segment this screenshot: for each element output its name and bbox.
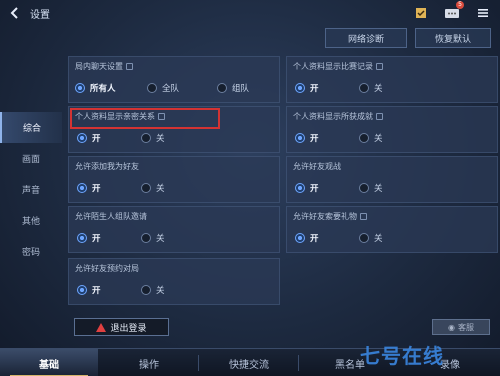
setting-stranger-invite: 允许陌生人组队邀请 开 关 [68,206,280,253]
option-everyone[interactable]: 所有人 [75,82,116,94]
headset-icon: ◉ [448,322,455,332]
mail-badge: 5 [456,1,464,9]
sidebar: 综合 画面 声音 其他 密码 [0,112,62,267]
watermark: 七号在线 [360,344,444,368]
setting-title: 个人资料显示所获成就 [293,111,383,122]
option-off[interactable]: 关 [359,182,383,194]
tab-basic[interactable]: 基础 [0,349,98,376]
mail-icon[interactable]: 5 [443,1,464,22]
radio-selected-icon[interactable] [77,285,87,295]
option-off[interactable]: 关 [141,284,165,296]
radio-selected-icon[interactable] [75,83,85,93]
sidebar-item-display[interactable]: 画面 [0,143,62,174]
radio-icon[interactable] [359,233,369,243]
setting-title: 允许陌生人组队邀请 [75,212,147,221]
logout-button[interactable]: 退出登录 [74,318,169,336]
radio-icon[interactable] [147,83,157,93]
page-title: 设置 [30,10,50,21]
sidebar-item-other[interactable]: 其他 [0,205,62,236]
option-on[interactable]: 开 [77,132,101,144]
option-off[interactable]: 关 [141,232,165,244]
radio-icon[interactable] [141,285,151,295]
option-on[interactable]: 开 [295,132,319,144]
setting-title: 允许好友观战 [293,162,341,171]
option-on[interactable]: 开 [77,232,101,244]
sidebar-item-general[interactable]: 综合 [0,112,62,143]
warning-icon [96,322,107,332]
customer-service-button[interactable]: ◉ 客服 [432,319,490,335]
service-label: 客服 [457,322,474,332]
radio-selected-icon[interactable] [77,233,87,243]
info-icon[interactable] [360,213,367,220]
tab-divider [198,355,199,371]
setting-title: 允许好友预约对局 [75,264,139,273]
radio-selected-icon[interactable] [77,133,87,143]
option-off[interactable]: 关 [359,132,383,144]
radio-selected-icon[interactable] [295,133,305,143]
restore-default-button[interactable]: 恢复默认 [415,28,491,48]
option-team[interactable]: 全队 [147,82,179,94]
tab-quick-chat[interactable]: 快捷交流 [200,349,298,376]
option-off[interactable]: 关 [141,132,165,144]
info-icon[interactable] [126,63,133,70]
radio-selected-icon[interactable] [295,183,305,193]
option-on[interactable]: 开 [295,82,319,94]
option-on[interactable]: 开 [77,284,101,296]
option-off[interactable]: 关 [359,232,383,244]
option-off[interactable]: 关 [141,182,165,194]
info-icon[interactable] [376,113,383,120]
option-on[interactable]: 开 [77,182,101,194]
setting-add-friend: 允许添加我为好友 开 关 [68,156,280,203]
radio-icon[interactable] [359,183,369,193]
radio-selected-icon[interactable] [295,233,305,243]
logout-label: 退出登录 [110,323,147,334]
tab-divider [298,355,299,371]
option-on[interactable]: 开 [295,232,319,244]
setting-title: 允许好友索要礼物 [293,211,367,222]
back-icon[interactable] [6,5,24,21]
radio-icon[interactable] [141,183,151,193]
setting-reserve-match: 允许好友预约对局 开 关 [68,258,280,305]
radio-icon[interactable] [141,233,151,243]
menu-icon[interactable] [474,4,492,22]
top-bar: 设置 5 [0,0,500,26]
setting-match-record: 个人资料显示比赛记录 开 关 [286,56,498,103]
sidebar-item-password[interactable]: 密码 [0,236,62,267]
radio-icon[interactable] [359,133,369,143]
radio-icon[interactable] [217,83,227,93]
option-off[interactable]: 关 [359,82,383,94]
option-on[interactable]: 开 [295,182,319,194]
network-diagnosis-button[interactable]: 网络诊断 [325,28,407,48]
setting-title: 局内聊天设置 [75,61,133,72]
task-icon[interactable] [412,4,430,22]
sidebar-item-sound[interactable]: 声音 [0,174,62,205]
radio-icon[interactable] [359,83,369,93]
tab-controls[interactable]: 操作 [100,349,198,376]
setting-gift-request: 允许好友索要礼物 开 关 [286,206,498,253]
info-icon[interactable] [376,63,383,70]
option-party[interactable]: 组队 [217,82,249,94]
radio-selected-icon[interactable] [295,83,305,93]
setting-achievements: 个人资料显示所获成就 开 关 [286,106,498,153]
setting-spectate: 允许好友观战 开 关 [286,156,498,203]
radio-selected-icon[interactable] [77,183,87,193]
setting-title: 个人资料显示比赛记录 [293,61,383,72]
highlight-box [70,108,220,129]
setting-title: 允许添加我为好友 [75,162,139,171]
setting-chat: 局内聊天设置 所有人 全队 组队 [68,56,280,103]
radio-icon[interactable] [141,133,151,143]
